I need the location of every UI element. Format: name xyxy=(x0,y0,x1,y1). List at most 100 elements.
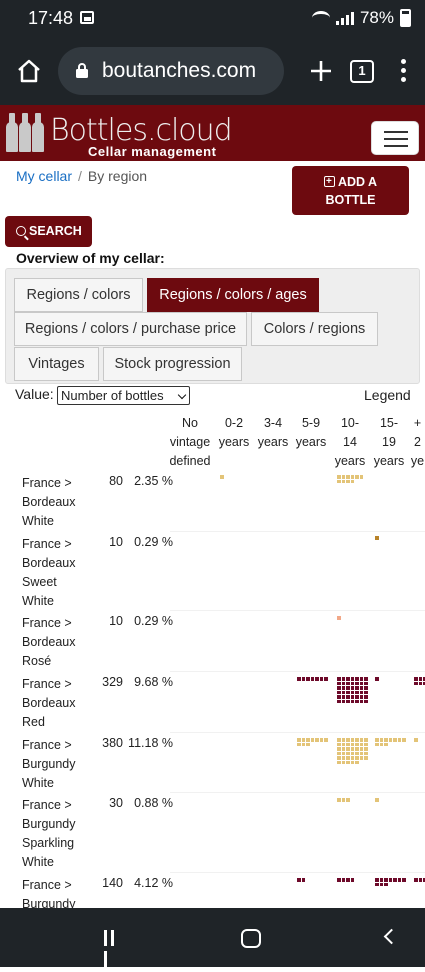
tab-vintages[interactable]: Vintages xyxy=(14,347,99,381)
back-icon[interactable] xyxy=(383,928,400,945)
add-bottle-button[interactable]: ADD A BOTTLE xyxy=(292,166,409,215)
lock-icon xyxy=(76,63,88,78)
tab-count: 1 xyxy=(358,63,366,78)
search-icon xyxy=(16,226,26,236)
view-tabs-panel: Regions / colors Regions / colors / ages… xyxy=(5,268,420,384)
bottle-dots xyxy=(297,878,305,882)
row-region: France > Bordeaux Red xyxy=(22,677,76,729)
row-percent: 4.12 % xyxy=(134,876,173,890)
bottle-dots xyxy=(375,536,379,540)
tab-colors-regions[interactable]: Colors / regions xyxy=(251,312,378,346)
row-count: 329 xyxy=(102,675,123,689)
bottle-dots xyxy=(375,677,379,681)
row-count: 80 xyxy=(109,474,123,488)
home-nav-icon[interactable] xyxy=(241,929,261,948)
breadcrumb-separator: / xyxy=(78,168,82,184)
browser-toolbar: boutanches.com 1 xyxy=(0,38,425,105)
bottle-dots xyxy=(337,475,363,483)
bottle-dots xyxy=(375,878,406,886)
breadcrumb: My cellar / By region xyxy=(16,168,147,184)
hamburger-menu-button[interactable] xyxy=(371,121,419,155)
bottle-dots xyxy=(375,798,379,802)
row-count: 380 xyxy=(102,736,123,750)
add-square-icon xyxy=(323,173,335,191)
row-divider xyxy=(170,610,425,611)
row-divider xyxy=(170,792,425,793)
column-header-0-2: 0-2 years xyxy=(218,416,250,449)
column-header-3-4: 3-4 years xyxy=(257,416,289,449)
signal-icon xyxy=(335,11,354,25)
add-bottle-label-1: ADD A xyxy=(337,175,378,189)
row-count: 10 xyxy=(109,614,123,628)
table-row[interactable]: France > Bordeaux Sweet White 10 0.29 % xyxy=(8,531,425,611)
bottle-dots xyxy=(337,798,350,802)
value-label: Value: xyxy=(15,386,54,402)
row-percent: 0.29 % xyxy=(134,535,173,549)
legend-link[interactable]: Legend xyxy=(364,387,411,403)
row-region: France > Bordeaux White xyxy=(22,476,76,528)
column-header-15-19: 15- 19 years xyxy=(373,416,405,468)
column-header-5-9: 5-9 years xyxy=(295,416,327,449)
add-bottle-label-2: BOTTLE xyxy=(325,193,376,207)
breadcrumb-my-cellar[interactable]: My cellar xyxy=(16,168,72,184)
bottle-dots xyxy=(375,738,406,746)
row-region: France > Bordeaux Sweet White xyxy=(22,537,76,608)
bottle-dots xyxy=(220,475,224,479)
bottle-dots xyxy=(414,677,425,685)
status-bar: 17:48 78% xyxy=(0,0,425,38)
table-row[interactable]: France > Bordeaux Rosé 10 0.29 % xyxy=(8,610,425,672)
site-logo-text[interactable]: Bottles.cloud xyxy=(50,113,233,148)
row-percent: 0.29 % xyxy=(134,614,173,628)
battery-icon xyxy=(400,9,411,27)
column-header-10-14: 10- 14 years xyxy=(334,416,366,468)
search-button[interactable]: SEARCH xyxy=(5,216,92,247)
bottle-dots xyxy=(337,878,354,882)
row-divider xyxy=(170,732,425,733)
row-divider xyxy=(170,872,425,873)
row-percent: 0.88 % xyxy=(134,796,173,810)
url-bar[interactable]: boutanches.com xyxy=(58,47,284,95)
bottle-dots xyxy=(337,616,341,620)
row-divider xyxy=(170,531,425,532)
system-nav-bar xyxy=(0,908,425,967)
value-select-selected: Number of bottles xyxy=(61,388,164,403)
url-text: boutanches.com xyxy=(102,59,257,82)
table-row[interactable]: France > Burgundy Sparkling White 30 0.88 % xyxy=(8,792,425,872)
wifi-icon xyxy=(311,11,330,25)
new-tab-icon[interactable] xyxy=(308,58,334,84)
site-header: Bottles.cloud Cellar management xyxy=(0,105,425,161)
row-region: France > Burgundy Sparkling White xyxy=(22,798,76,869)
tab-switcher-button[interactable]: 1 xyxy=(350,60,374,83)
search-label: SEARCH xyxy=(29,224,82,238)
row-percent: 9.68 % xyxy=(134,675,173,689)
recent-apps-icon[interactable] xyxy=(104,930,122,967)
tab-regions-colors-purchase-price[interactable]: Regions / colors / purchase price xyxy=(14,312,247,346)
tab-regions-colors-ages[interactable]: Regions / colors / ages xyxy=(147,278,319,312)
battery-percent: 78% xyxy=(359,8,394,27)
table-row[interactable]: France > Burgundy 140 4.12 % xyxy=(8,872,425,908)
bottle-dots xyxy=(297,738,328,746)
row-region: France > Burgundy White xyxy=(22,738,76,790)
value-select[interactable]: Number of bottles xyxy=(57,386,190,405)
row-count: 30 xyxy=(109,796,123,810)
bottle-dots xyxy=(297,677,328,681)
home-icon[interactable] xyxy=(16,58,42,84)
bottle-dots xyxy=(414,738,418,742)
row-region: France > Bordeaux Rosé xyxy=(22,616,76,668)
breadcrumb-current: By region xyxy=(87,168,148,184)
row-count: 10 xyxy=(109,535,123,549)
site-logo-subtitle: Cellar management xyxy=(88,144,217,159)
row-percent: 2.35 % xyxy=(134,474,173,488)
column-header-no-vintage: No vintage defined xyxy=(169,416,211,468)
row-percent: 11.18 % xyxy=(128,736,173,750)
image-notification-icon xyxy=(80,11,94,24)
tab-regions-colors[interactable]: Regions / colors xyxy=(14,278,143,312)
overview-title: Overview of my cellar: xyxy=(16,250,165,266)
more-options-icon[interactable] xyxy=(401,59,407,83)
tab-stock-progression[interactable]: Stock progression xyxy=(103,347,242,381)
row-divider xyxy=(170,671,425,672)
column-header-20-plus: +2 ye xyxy=(410,416,425,468)
row-region: France > Burgundy xyxy=(22,878,76,908)
bottle-dots xyxy=(337,677,368,703)
bottle-dots xyxy=(337,738,368,764)
